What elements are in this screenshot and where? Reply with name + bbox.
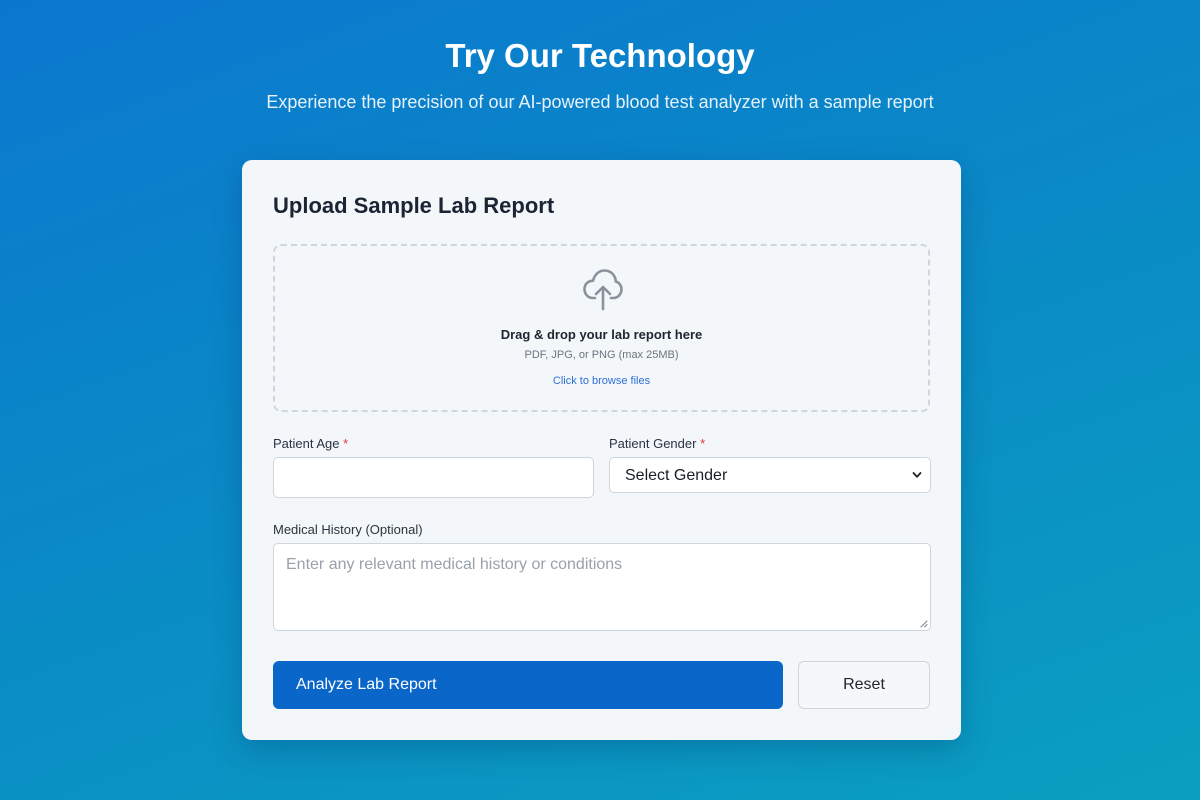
hero-subtitle: Experience the precision of our AI-power… — [266, 92, 934, 112]
patient-age-label-text: Patient Age — [273, 436, 340, 451]
browse-files-link[interactable]: Click to browse files — [275, 373, 928, 389]
analyze-lab-report-button[interactable]: Analyze Lab Report — [273, 661, 783, 709]
dropzone-title: Drag & drop your lab report here — [500, 327, 703, 342]
hero-title: Try Our Technology — [445, 37, 755, 74]
required-marker: * — [700, 436, 706, 451]
patient-age-input[interactable] — [273, 457, 594, 498]
gender-selected-value: Select Gender — [625, 467, 728, 484]
medical-history-placeholder: Enter any relevant medical history or co… — [286, 556, 623, 573]
file-dropzone[interactable]: Drag & drop your lab report here PDF, JP… — [273, 244, 930, 412]
patient-gender-select[interactable]: Select Gender — [609, 457, 931, 493]
medical-history-textarea[interactable]: Enter any relevant medical history or co… — [273, 543, 931, 631]
chevron-down-icon — [912, 472, 922, 478]
required-marker: * — [343, 436, 349, 451]
patient-age-label: Patient Age * — [273, 435, 348, 453]
reset-button[interactable]: Reset — [798, 661, 930, 709]
patient-gender-label: Patient Gender * — [609, 435, 705, 453]
patient-gender-label-text: Patient Gender — [609, 436, 697, 451]
analyze-button-label: Analyze Lab Report — [296, 676, 437, 693]
reset-button-label: Reset — [843, 676, 885, 693]
cloud-upload-icon — [583, 269, 623, 311]
dropzone-file-types: PDF, JPG, or PNG (max 25MB) — [524, 349, 679, 361]
upload-card: Upload Sample Lab Report Drag & drop you… — [242, 160, 961, 740]
card-title: Upload Sample Lab Report — [273, 193, 555, 218]
medical-history-label: Medical History (Optional) — [273, 522, 423, 537]
resize-handle-icon[interactable] — [920, 620, 928, 628]
